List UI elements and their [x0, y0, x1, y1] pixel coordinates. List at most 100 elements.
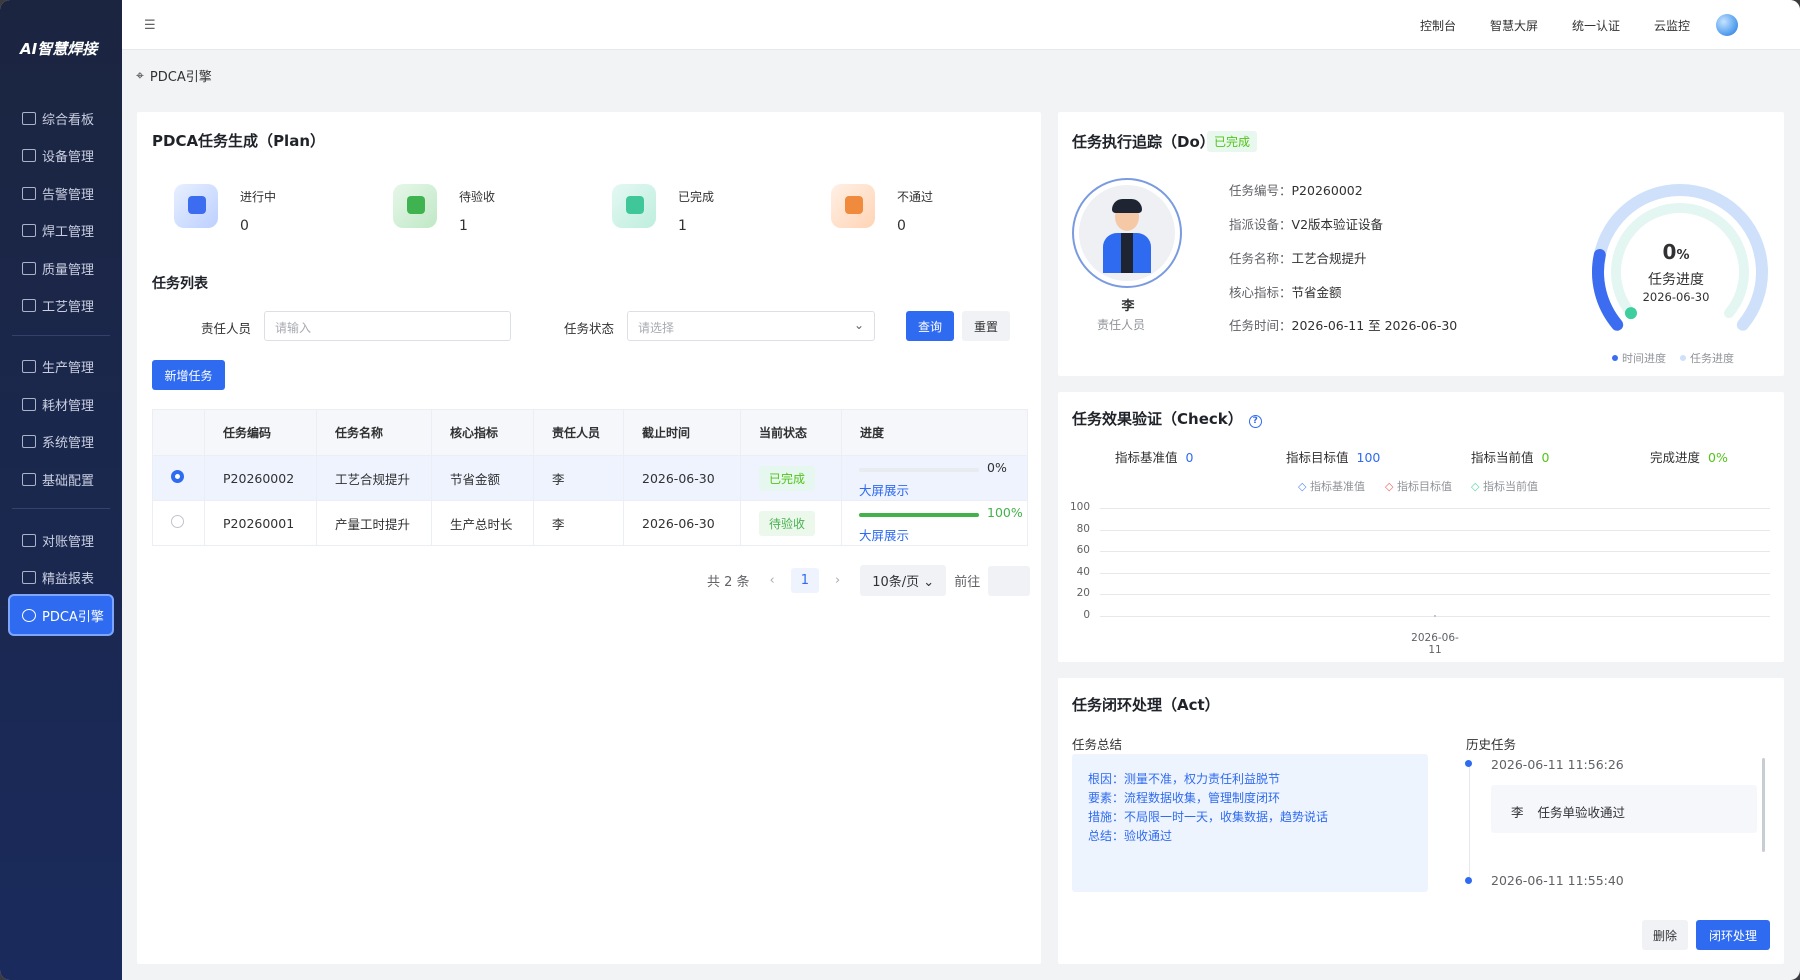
sidebar-item-label: 综合看板 [42, 112, 95, 128]
chevron-down-icon: ⌄ [853, 318, 864, 332]
check-title: 任务效果验证（Check）? [1072, 408, 1262, 429]
sidebar-item-system[interactable]: 系统管理 [8, 424, 114, 458]
gridline [1100, 551, 1770, 553]
stat-pending: 待验收 1 [393, 180, 593, 240]
box-icon [22, 397, 36, 411]
stat-failed: 不通过 0 [831, 180, 1031, 240]
next-page-icon[interactable]: › [835, 573, 840, 588]
top-link-auth[interactable]: 统一认证 [1572, 17, 1620, 34]
top-link-monitor[interactable]: 云监控 [1654, 17, 1690, 34]
column-header: 责任人员 [533, 409, 624, 456]
sidebar-item-label: 耗材管理 [42, 398, 95, 414]
row-radio[interactable] [171, 515, 184, 528]
sidebar-item-reconciliation[interactable]: 对账管理 [8, 523, 114, 557]
progress-fill [859, 513, 979, 517]
gridline [1100, 508, 1770, 509]
sidebar-item-devices[interactable]: 设备管理 [8, 138, 114, 172]
goto-input[interactable] [988, 565, 1031, 596]
in-progress-icon [174, 184, 218, 228]
user-avatar[interactable] [1716, 14, 1738, 36]
top-links: 控制台 智慧大屏 统一认证 云监控 [1420, 17, 1690, 34]
process-icon [22, 298, 36, 312]
gridline [1100, 529, 1770, 531]
sidebar-item-reports[interactable]: 精益报表 [8, 560, 114, 594]
sidebar-item-process[interactable]: 工艺管理 [8, 288, 114, 322]
page-number[interactable]: 1 [790, 568, 820, 593]
metric-label: 指标目标值 [1286, 450, 1349, 465]
top-link-console[interactable]: 控制台 [1420, 17, 1456, 34]
cell-deadline: 2026-06-30 [623, 500, 741, 546]
field-key: 指派设备： [1229, 217, 1292, 232]
add-task-button[interactable]: 新增任务 [152, 360, 225, 390]
summary-line: 措施：不局限一时一天，收集数据，趋势说话 [1088, 808, 1412, 827]
user-icon [22, 223, 36, 237]
progress-cell: 100% 大屏展示 [859, 503, 1023, 544]
progress-bar [859, 513, 979, 517]
top-link-bigscreen[interactable]: 智慧大屏 [1490, 17, 1538, 34]
reset-button[interactable]: 重置 [962, 311, 1010, 341]
legend-label: 指标当前值 [1482, 480, 1538, 493]
status-select[interactable]: 请选择 ⌄ [627, 311, 875, 341]
close-loop-button[interactable]: 闭环处理 [1696, 920, 1770, 950]
sidebar-item-label: PDCA引擎 [42, 609, 104, 625]
legend-dot [1612, 355, 1618, 361]
timeline-dot [1465, 760, 1472, 767]
sidebar-item-welders[interactable]: 焊工管理 [8, 213, 114, 247]
sidebar-item-dashboard[interactable]: 综合看板 [8, 101, 114, 135]
history-scrollbar[interactable] [1762, 758, 1765, 852]
summary-value: 不局限一时一天，收集数据，趋势说话 [1124, 810, 1329, 824]
bell-icon [22, 186, 36, 200]
sidebar-item-quality[interactable]: 质量管理 [8, 251, 114, 285]
gauge-number: 0 [1662, 240, 1677, 264]
table-row[interactable]: P20260001 产量工时提升 生产总时长 李 2026-06-30 待验收 … [152, 500, 1028, 546]
sidebar-item-pdca[interactable]: PDCA引擎 [8, 594, 114, 636]
bigscreen-link[interactable]: 大屏展示 [859, 525, 909, 544]
x-tick-label: 2026-06-11 [1411, 632, 1459, 656]
help-icon[interactable]: ? [1248, 415, 1262, 428]
row-radio[interactable] [171, 470, 184, 483]
report-icon [22, 570, 36, 584]
metric-value: 100 [1356, 450, 1381, 465]
stat-label: 进行中 [240, 190, 277, 204]
done-badge: 已完成 [1207, 131, 1258, 152]
completed-icon [612, 184, 656, 228]
page-size-select[interactable]: 10条/页 ⌄ [860, 565, 947, 596]
timeline-dot [1465, 877, 1472, 884]
status-badge: 待验收 [759, 510, 816, 536]
stat-value: 1 [678, 218, 687, 234]
sidebar-item-config[interactable]: 基础配置 [8, 462, 114, 496]
stat-value: 0 [897, 218, 906, 234]
summary-key: 要素： [1088, 791, 1125, 805]
legend-dot [1680, 355, 1686, 361]
prev-page-icon[interactable]: ‹ [770, 573, 775, 588]
sidebar-item-production[interactable]: 生产管理 [8, 349, 114, 383]
column-header: 截止时间 [623, 409, 741, 456]
sidebar-item-label: 系统管理 [42, 435, 95, 451]
delete-button[interactable]: 删除 [1642, 920, 1688, 950]
metric-value: 0 [1541, 450, 1550, 465]
legend-current: ◇ 指标当前值 [1471, 478, 1538, 494]
table-row[interactable]: P20260002 工艺合规提升 节省金额 李 2026-06-30 已完成 0… [152, 455, 1028, 501]
gauge-date: 2026-06-30 [1642, 290, 1710, 304]
bigscreen-link[interactable]: 大屏展示 [859, 480, 909, 499]
sidebar-item-label: 精益报表 [42, 571, 95, 587]
field-value: 工艺合规提升 [1291, 251, 1367, 266]
sidebar-item-label: 基础配置 [42, 473, 95, 489]
task-summary: 根因：测量不准，权力责任利益脱节 要素：流程数据收集，管理制度闭环 措施：不局限… [1072, 754, 1428, 892]
app-logo: AI智慧焊接 [20, 40, 98, 58]
cell-metric: 节省金额 [431, 455, 534, 501]
settings-icon [22, 472, 36, 486]
summary-value: 流程数据收集，管理制度闭环 [1124, 791, 1281, 805]
sidebar-item-consumables[interactable]: 耗材管理 [8, 387, 114, 421]
sidebar-item-label: 告警管理 [42, 187, 95, 203]
query-button[interactable]: 查询 [906, 311, 954, 341]
task-table: 任务编码 任务名称 核心指标 责任人员 截止时间 当前状态 进度 P202600… [152, 409, 1028, 546]
sidebar-item-alerts[interactable]: 告警管理 [8, 176, 114, 210]
field-task-code: 任务编号：P20260002 [1229, 180, 1363, 199]
summary-value: 测量不准，权力责任利益脱节 [1124, 772, 1281, 786]
nav-divider [12, 335, 110, 336]
menu-collapse-icon[interactable]: ☰ [144, 18, 156, 33]
history-text: 任务单验收通过 [1537, 805, 1626, 820]
plan-title: PDCA任务生成（Plan） [152, 132, 325, 150]
person-input[interactable]: 请输入 [264, 311, 511, 341]
